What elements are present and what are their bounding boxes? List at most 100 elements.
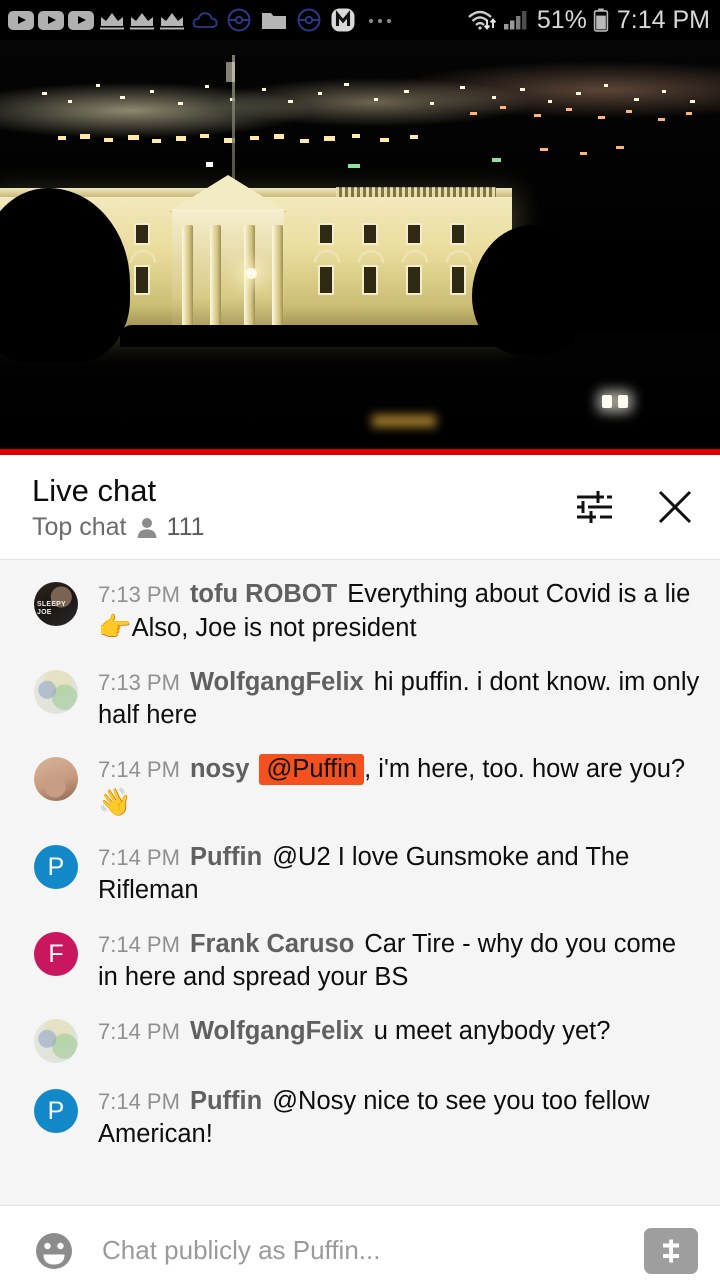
message-timestamp: 7:14 PM	[98, 757, 180, 782]
facade-window	[134, 223, 150, 245]
message-author[interactable]: Puffin	[190, 1087, 262, 1115]
chat-message[interactable]: 7:14 PM WolfgangFelix u meet anybody yet?	[0, 1015, 720, 1063]
facade-window	[362, 223, 378, 245]
pokeball-icon	[226, 7, 252, 33]
ground-glow	[372, 415, 436, 427]
message-text-segment: u meet anybody yet?	[373, 1017, 611, 1045]
avatar[interactable]: P	[34, 845, 78, 889]
avatar[interactable]	[34, 757, 78, 801]
chat-message-text: 7:14 PM Puffin @Nosy nice to see you too f…	[98, 1085, 702, 1150]
message-text-segment: hi puffin. i dont know. im only half her…	[98, 668, 700, 729]
avatar-initial: P	[47, 1096, 65, 1125]
headlights	[602, 395, 630, 408]
dollar-superchat-icon[interactable]	[644, 1227, 698, 1274]
pokeball-icon	[296, 7, 322, 33]
status-bar-system-icons: 51% 7:14 PM	[467, 6, 710, 35]
message-text-segment: Also, Joe is not president	[131, 614, 417, 642]
live-chat-header: Live chat Top chat 111	[0, 455, 720, 560]
message-author[interactable]: WolfgangFelix	[190, 1017, 364, 1045]
chat-input-bar	[0, 1205, 720, 1280]
folder-icon	[261, 9, 287, 31]
chat-message-body: 7:14 PM Puffin @U2 I love Gunsmoke and The…	[98, 841, 702, 906]
chat-header-actions	[574, 487, 694, 527]
close-icon[interactable]	[656, 488, 694, 526]
message-timestamp: 7:14 PM	[98, 1019, 180, 1044]
chat-message[interactable]: 7:13 PM WolfgangFelix hi puffin. i dont kn…	[0, 666, 720, 731]
chat-message[interactable]: P 7:14 PM Puffin @Nosy nice to see you too …	[0, 1085, 720, 1150]
portico-column	[244, 225, 255, 337]
chat-message-text: 7:13 PM tofu ROBOT Everything about Covid …	[98, 578, 702, 644]
avatar[interactable]: P	[34, 1089, 78, 1133]
facade-window	[134, 265, 150, 295]
message-author[interactable]: nosy	[190, 755, 250, 783]
roof-balustrade	[336, 187, 496, 197]
wifi-data-icon	[467, 8, 497, 32]
portico-pediment	[170, 175, 286, 211]
avatar[interactable]	[34, 1019, 78, 1063]
message-author[interactable]: Puffin	[190, 843, 262, 871]
avatar[interactable]: SLEEPY JOE	[34, 582, 78, 626]
avatar-initial: F	[48, 939, 64, 968]
chat-input[interactable]	[102, 1235, 644, 1266]
cellular-signal-icon	[503, 9, 529, 31]
crown-icon	[98, 9, 126, 31]
message-text-segment: , i'm here, too. how are you?	[364, 755, 686, 783]
hedge-row	[120, 325, 520, 347]
avatar[interactable]	[34, 670, 78, 714]
avatar-caption: SLEEPY JOE	[37, 601, 66, 616]
message-timestamp: 7:13 PM	[98, 670, 180, 695]
portico-column	[272, 225, 283, 337]
avatar-initial: P	[47, 852, 65, 881]
facade-window	[318, 223, 334, 245]
chat-message-text: 7:14 PM Puffin @U2 I love Gunsmoke and The…	[98, 841, 702, 906]
emoji-smiley-icon[interactable]	[30, 1227, 78, 1275]
chat-message-body: 7:14 PM nosy @Puffin, i'm here, too. how a…	[98, 753, 702, 819]
chat-message-list[interactable]: SLEEPY JOE 7:13 PM tofu ROBOT Everything ab…	[0, 560, 720, 1205]
chat-mode-label[interactable]: Top chat	[32, 513, 127, 542]
facade-window	[450, 223, 466, 245]
message-text-segment: Car Tire - why do you come in here and s…	[98, 930, 677, 991]
youtube-icon	[38, 10, 64, 30]
chat-message[interactable]: F 7:14 PM Frank Caruso Car Tire - why do yo…	[0, 928, 720, 993]
page-title: Live chat	[32, 473, 157, 508]
crown-icon	[158, 9, 186, 31]
status-bar-notification-icons	[8, 7, 467, 33]
chat-message[interactable]: P 7:14 PM Puffin @U2 I love Gunsmoke and Th…	[0, 841, 720, 906]
chat-header-titles: Live chat Top chat 111	[32, 472, 574, 542]
foreground-ground	[0, 333, 720, 455]
message-timestamp: 7:14 PM	[98, 845, 180, 870]
message-author[interactable]: Frank Caruso	[190, 930, 354, 958]
battery-percent-label: 51%	[536, 5, 587, 34]
chat-mode-row[interactable]: Top chat 111	[32, 513, 574, 542]
more-dots-icon	[366, 10, 396, 30]
tune-icon[interactable]	[574, 487, 614, 527]
chat-message-text: 7:14 PM nosy @Puffin, i'm here, too. how a…	[98, 753, 702, 819]
portico-column	[210, 225, 221, 337]
battery-icon	[593, 8, 609, 32]
message-author[interactable]: WolfgangFelix	[190, 668, 364, 696]
chat-message-text: 7:14 PM WolfgangFelix u meet anybody yet?	[98, 1015, 702, 1048]
facade-window	[450, 265, 466, 295]
viewer-count: 111	[166, 513, 205, 541]
chat-message-body: 7:14 PM WolfgangFelix u meet anybody yet?	[98, 1015, 702, 1063]
chat-message[interactable]: SLEEPY JOE 7:13 PM tofu ROBOT Everything ab…	[0, 578, 720, 644]
person-icon	[136, 516, 158, 539]
message-author[interactable]: tofu ROBOT	[190, 580, 337, 608]
mention-chip[interactable]: @Puffin	[259, 754, 365, 785]
m-badge-icon	[330, 7, 356, 33]
status-bar-clock: 7:14 PM	[616, 5, 710, 34]
waving-hand-emoji: 👋	[98, 787, 132, 817]
message-timestamp: 7:14 PM	[98, 1089, 180, 1114]
chat-message[interactable]: 7:14 PM nosy @Puffin, i'm here, too. how a…	[0, 753, 720, 819]
portico-lamp	[246, 268, 257, 279]
video-player[interactable]	[0, 40, 720, 455]
cloud-icon	[191, 9, 219, 31]
youtube-icon	[8, 10, 34, 30]
chat-message-text: 7:13 PM WolfgangFelix hi puffin. i dont kn…	[98, 666, 702, 731]
message-timestamp: 7:13 PM	[98, 582, 180, 607]
chat-message-text: 7:14 PM Frank Caruso Car Tire - why do you…	[98, 928, 702, 993]
facade-window	[406, 265, 422, 295]
portico-column	[182, 225, 193, 337]
avatar[interactable]: F	[34, 932, 78, 976]
pointing-right-hand-emoji: 👉	[98, 612, 132, 642]
